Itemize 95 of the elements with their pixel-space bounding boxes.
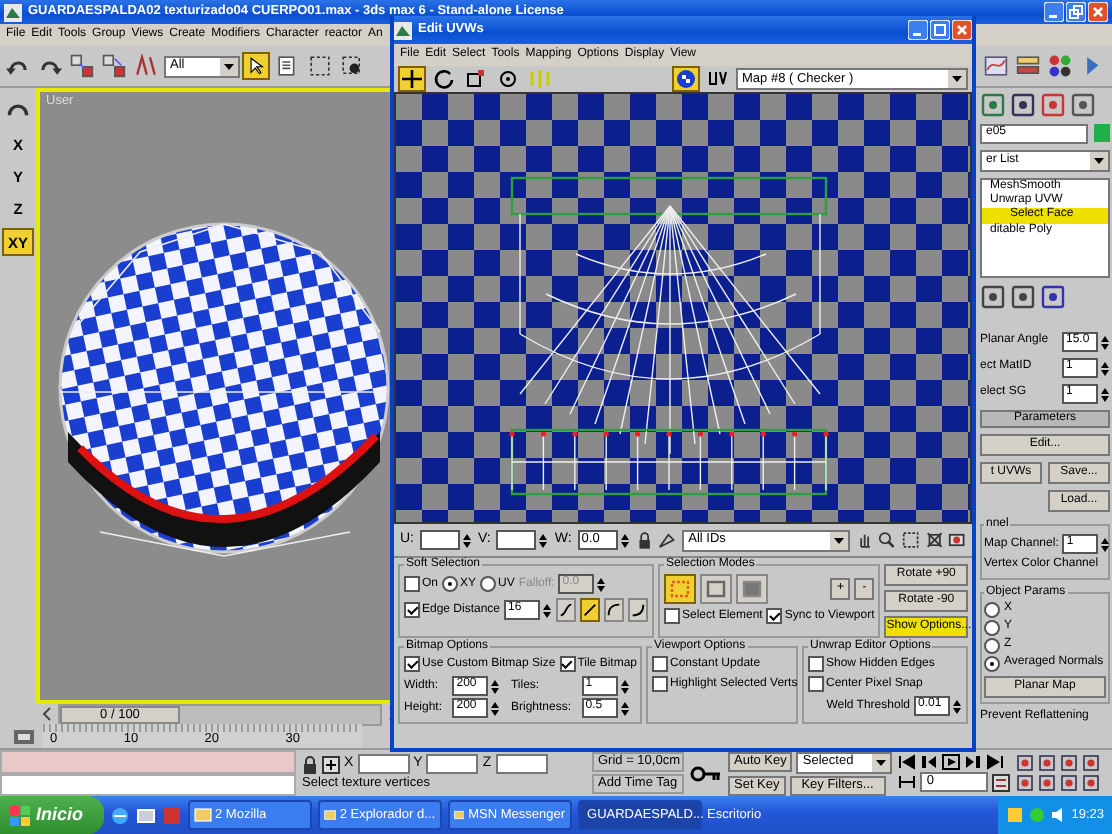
dropdown-arrow-icon[interactable] xyxy=(220,57,238,75)
curve-editor-icon[interactable] xyxy=(982,52,1010,80)
coordinate-field[interactable] xyxy=(495,754,548,775)
checkbox[interactable] xyxy=(652,676,668,693)
minimize-icon[interactable] xyxy=(908,20,928,40)
checkbox[interactable] xyxy=(404,576,420,593)
paint-icon[interactable] xyxy=(658,530,677,550)
falloff-curve-icon[interactable] xyxy=(556,598,577,623)
restore-icon[interactable] xyxy=(1066,2,1086,22)
windows-logo-icon xyxy=(10,805,30,825)
dropdown-arrow-icon[interactable] xyxy=(829,531,848,549)
spinner-arrows-icon[interactable] xyxy=(596,575,607,594)
radio-button[interactable] xyxy=(480,576,497,593)
spinner-arrows-icon[interactable] xyxy=(542,601,553,620)
checkbox[interactable] xyxy=(559,656,576,673)
dropdown-arrow-icon[interactable] xyxy=(948,70,966,88)
minimize-icon[interactable] xyxy=(1044,2,1064,22)
falloff-curve-icon[interactable] xyxy=(604,598,624,623)
unlink-icon[interactable] xyxy=(100,52,128,80)
scroll-left-icon[interactable] xyxy=(40,706,56,722)
checkbox[interactable] xyxy=(652,656,668,673)
falloff-curve-icon[interactable] xyxy=(627,598,648,623)
region-select-icon[interactable] xyxy=(306,52,334,80)
window-icon xyxy=(453,806,465,824)
radio-button[interactable] xyxy=(442,576,459,593)
scale-icon[interactable] xyxy=(462,66,490,92)
key-icon[interactable] xyxy=(690,763,722,783)
spinner-arrows-icon[interactable] xyxy=(1100,535,1111,554)
material-spheres-icon[interactable] xyxy=(1046,52,1074,80)
coordinate-field[interactable] xyxy=(357,754,410,775)
maximize-icon[interactable] xyxy=(930,20,950,40)
checkbox[interactable] xyxy=(404,602,420,619)
falloff-curve-icon[interactable] xyxy=(580,598,600,623)
pan-hand-icon[interactable] xyxy=(855,530,873,550)
select-cursor-icon[interactable] xyxy=(242,52,270,80)
key-mode-toggle-icon[interactable] xyxy=(898,774,917,790)
script-output-field[interactable] xyxy=(0,773,296,796)
previous-frame-icon[interactable] xyxy=(920,754,939,770)
rotate-icon[interactable] xyxy=(430,66,458,92)
dropdown-arrow-icon[interactable] xyxy=(1090,152,1108,170)
next-frame-icon[interactable] xyxy=(964,754,983,770)
dropdown-arrow-icon[interactable] xyxy=(872,753,891,771)
checkbox[interactable] xyxy=(808,676,824,693)
radio-button[interactable] xyxy=(984,601,1000,618)
checker-map-icon[interactable] xyxy=(672,66,700,92)
spinner-arrows-icon[interactable] xyxy=(490,677,501,696)
script-listener-field[interactable] xyxy=(0,750,296,773)
checker-texture[interactable] xyxy=(394,92,972,524)
filter-selected-icon[interactable] xyxy=(948,530,967,550)
lock-icon[interactable] xyxy=(635,530,653,550)
close-icon[interactable] xyxy=(952,20,972,40)
object-color-swatch[interactable] xyxy=(1094,124,1110,142)
play-icon[interactable] xyxy=(942,754,961,770)
desktop-icon[interactable] xyxy=(135,805,156,825)
radio-button[interactable] xyxy=(984,619,1000,636)
close-icon[interactable] xyxy=(1088,2,1108,22)
vertex-mode-icon[interactable] xyxy=(664,574,696,605)
spinner-arrows-icon[interactable] xyxy=(490,699,501,718)
window-icon xyxy=(323,806,336,824)
checkbox[interactable] xyxy=(766,608,783,625)
browser-icon[interactable] xyxy=(109,805,130,825)
go-to-end-icon[interactable] xyxy=(986,754,1005,770)
radio-button[interactable] xyxy=(984,637,1000,654)
go-to-start-icon[interactable] xyxy=(898,754,917,770)
edge-mode-icon[interactable] xyxy=(700,574,732,605)
spinner-arrows-icon[interactable] xyxy=(1100,333,1110,351)
checkbox[interactable] xyxy=(808,656,824,673)
bind-icon[interactable] xyxy=(132,52,160,80)
spinner-arrows-icon[interactable] xyxy=(1100,359,1110,377)
schematic-icon[interactable] xyxy=(1014,52,1042,80)
spinner-arrows-icon[interactable] xyxy=(619,677,630,696)
freeform-icon[interactable] xyxy=(494,66,522,92)
lock-icon[interactable] xyxy=(302,755,318,774)
window-icon xyxy=(193,806,212,824)
radio-button[interactable] xyxy=(984,655,1000,672)
checkbox[interactable] xyxy=(664,608,680,625)
time-configuration-icon[interactable] xyxy=(992,773,1011,791)
number-field[interactable] xyxy=(496,530,537,550)
spinner-arrows-icon[interactable] xyxy=(619,531,630,549)
spinner-arrows-icon[interactable] xyxy=(1100,385,1110,403)
move-icon[interactable] xyxy=(398,66,426,92)
app-icon xyxy=(394,21,412,39)
app-icon xyxy=(4,3,22,21)
crossing-select-icon[interactable] xyxy=(338,52,366,80)
track-bar-icon[interactable] xyxy=(12,727,36,745)
absolute-mode-icon[interactable] xyxy=(322,755,340,774)
checkbox[interactable] xyxy=(404,656,420,673)
coordinate-field[interactable] xyxy=(426,754,479,775)
number-field[interactable] xyxy=(420,530,460,550)
volume-icon[interactable] xyxy=(1049,806,1068,824)
spinner-arrows-icon[interactable] xyxy=(462,531,472,549)
spinner-arrows-icon[interactable] xyxy=(952,697,962,716)
link-icon[interactable] xyxy=(68,52,96,80)
spinner-arrows-icon[interactable] xyxy=(538,531,549,549)
spinner-arrows-icon[interactable] xyxy=(619,699,630,718)
